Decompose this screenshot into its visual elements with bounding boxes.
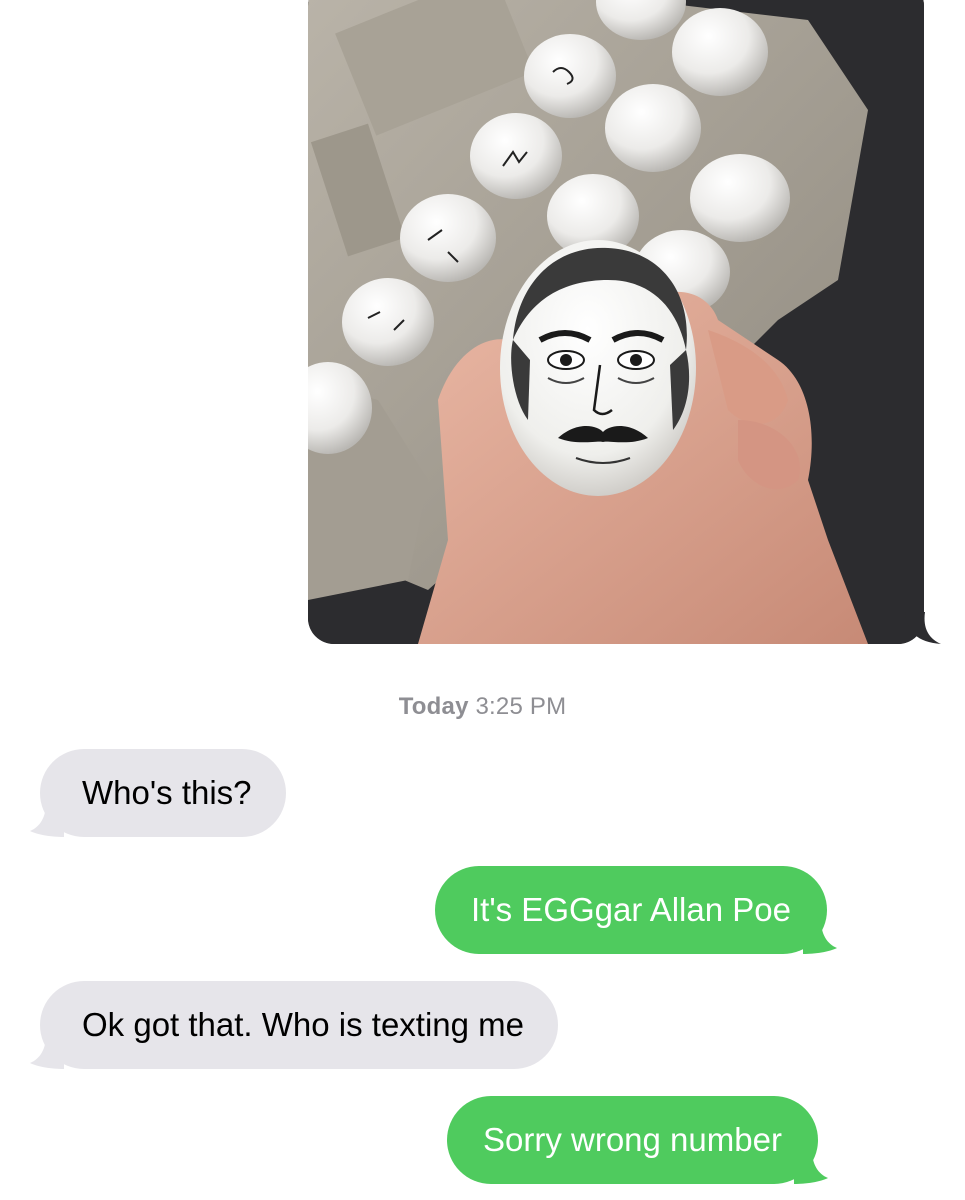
bubble-tail: [30, 803, 64, 837]
sent-message[interactable]: It's EGGgar Allan Poe: [435, 866, 837, 954]
timestamp: Today 3:25 PM: [0, 693, 965, 721]
bubble-tail: [793, 1150, 828, 1184]
photo-attachment[interactable]: [308, 0, 924, 644]
bubble-tail: [30, 1035, 64, 1069]
message-thread: Today 3:25 PM Who's this? It's EGGgar Al…: [0, 0, 965, 1200]
message-text: It's EGGgar Allan Poe: [471, 891, 791, 928]
timestamp-day: Today: [398, 693, 469, 720]
sent-message[interactable]: Sorry wrong number: [447, 1096, 828, 1184]
message-text: Ok got that. Who is texting me: [82, 1006, 525, 1043]
message-text: Sorry wrong number: [483, 1121, 782, 1158]
photo-of-eggs-icon: [308, 0, 924, 644]
photo-bubble-tail: [905, 612, 941, 644]
message-text: Who's this?: [82, 774, 252, 811]
received-message[interactable]: Ok got that. Who is texting me: [30, 981, 559, 1069]
timestamp-time: 3:25 PM: [475, 693, 567, 720]
bubble-tail: [802, 920, 837, 954]
received-message[interactable]: Who's this?: [30, 749, 286, 837]
